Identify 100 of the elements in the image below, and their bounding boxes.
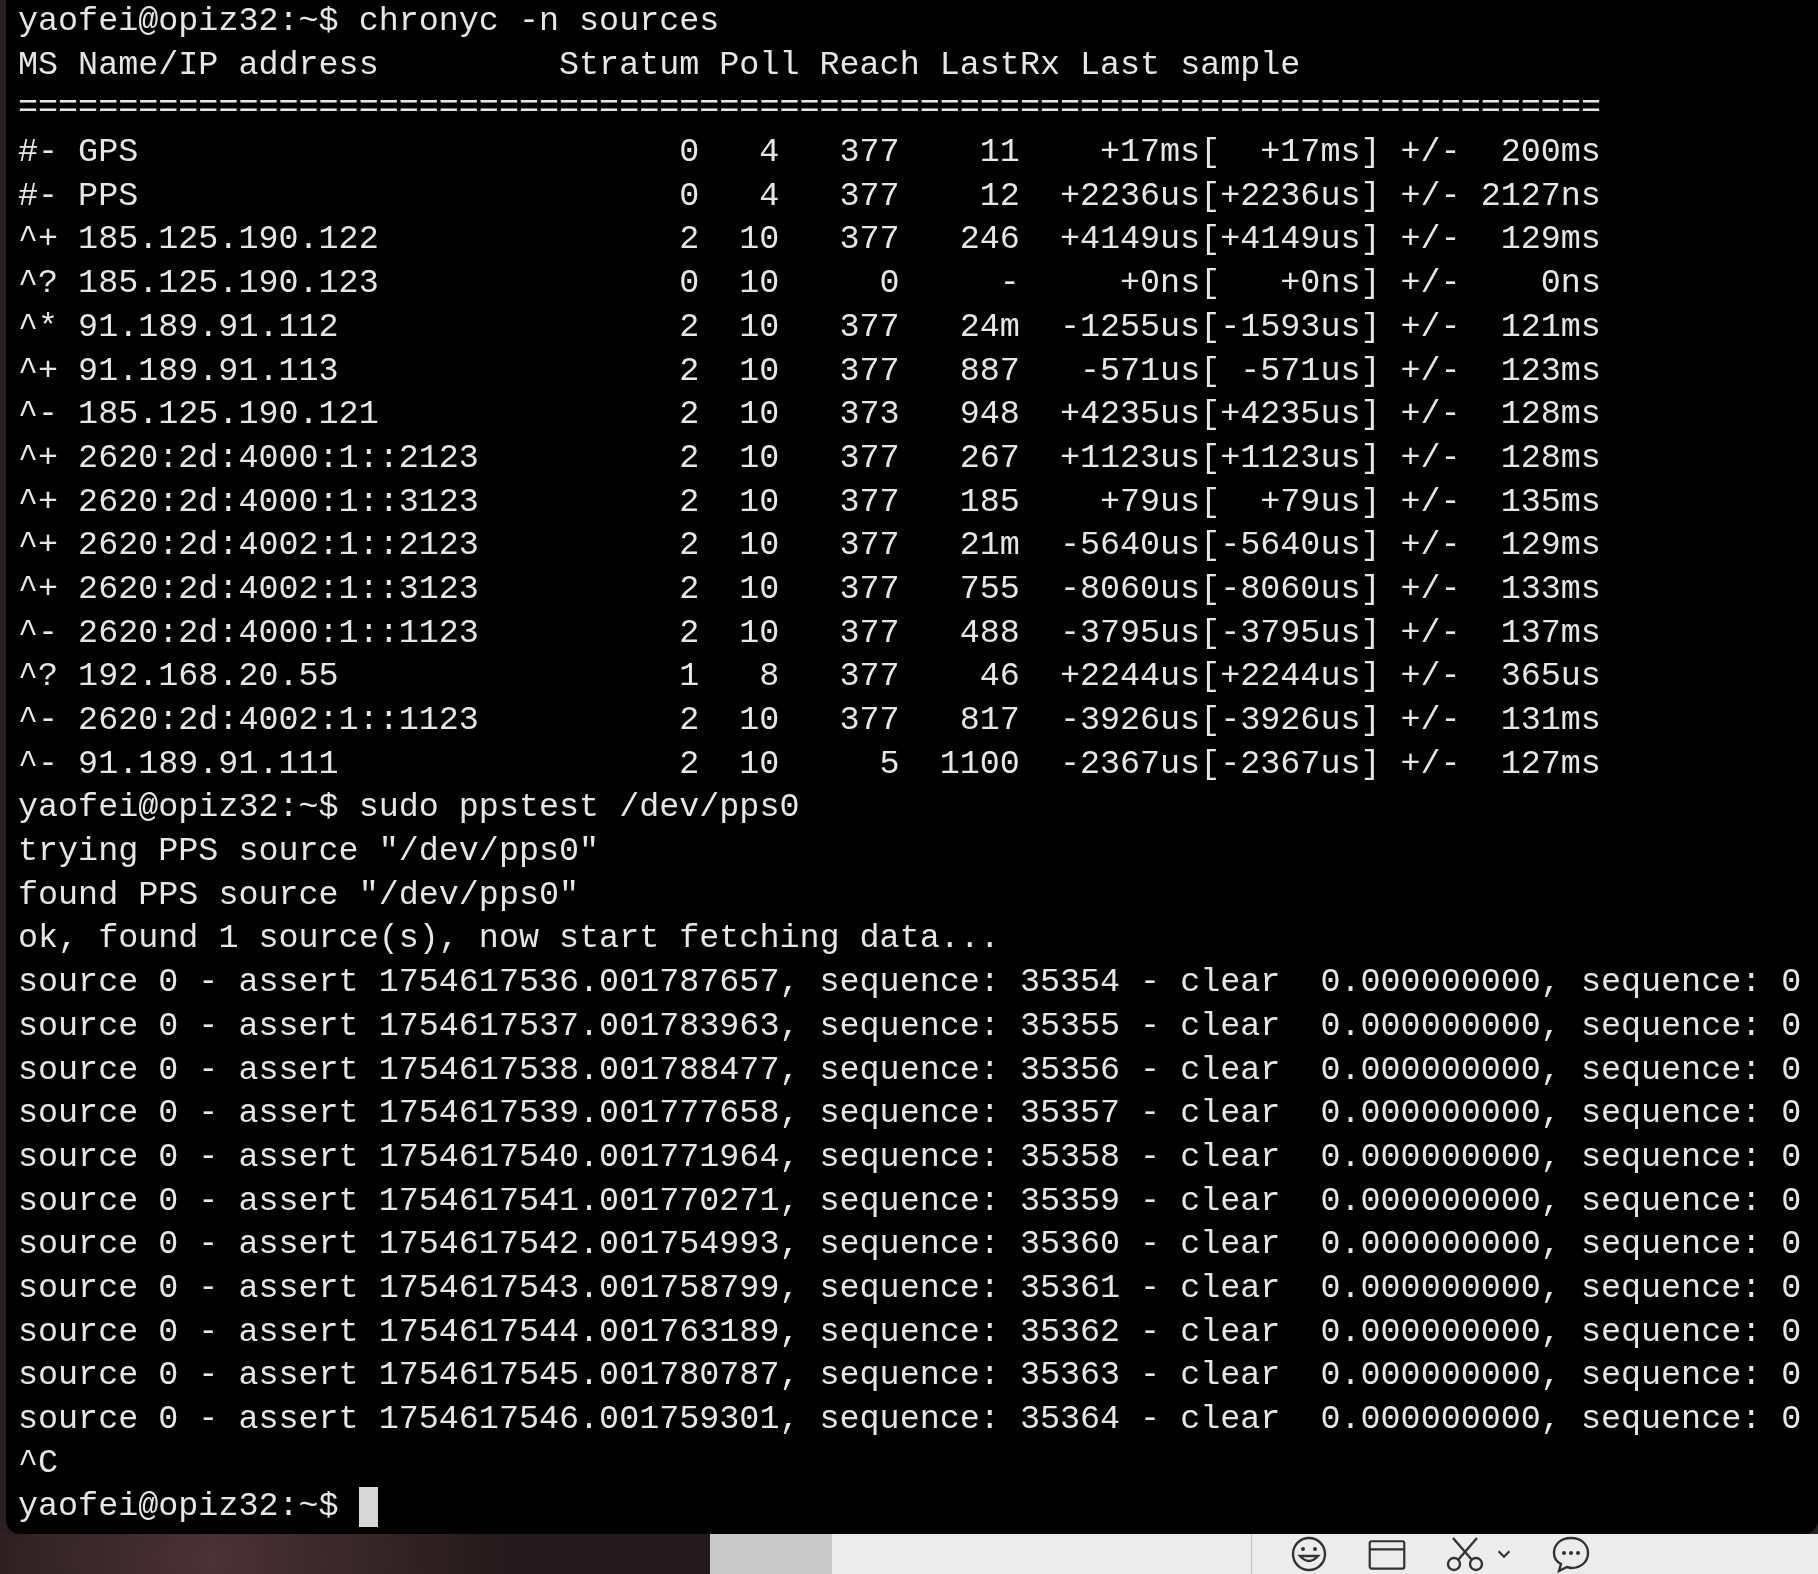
source-name-cell-text: 185.125.190.122 [78,219,380,261]
reach-cell-text: 377 [838,175,900,217]
terminal-line: yaofei@opiz32:~$ chronyc -n sources [18,1,721,42]
terminal-line: source 0 - assert 1754617543.001758799, sequence: 35361 - clear 0.000000000, sequence: 0 [18,1267,1803,1309]
terminal-line: =============================================================================== [18,88,1602,130]
mode-state-cell-text: ^+ [18,525,60,567]
poll-cell-text: 10 [738,394,780,436]
last-sample-cell-text: +4235us[+4235us] +/- 128ms [1058,394,1601,436]
last-rx-cell-text: 11 [978,132,1020,174]
source-name-cell-text: 2620:2d:4000:1::3123 [78,481,480,523]
last-sample-cell-text: +0ns[ +0ns] +/- 0ns [1119,263,1601,305]
poll-cell-text: 10 [738,743,780,785]
last-rx-cell-text: 887 [958,350,1020,392]
smiley-face-icon[interactable] [1289,1534,1329,1574]
reach-cell-text: 377 [838,437,900,479]
terminal-line: source 0 - assert 1754617539.001777658, sequence: 35357 - clear 0.000000000, sequence: 0 [18,1093,1803,1135]
last-rx-cell-text: 755 [958,568,1020,610]
mode-state-cell-text: #- [18,132,60,174]
poll-cell-text: 10 [738,568,780,610]
last-rx-cell-text: 185 [958,481,1020,523]
source-name-cell-text: 192.168.20.55 [78,656,340,698]
last-sample-cell-text: +4149us[+4149us] +/- 129ms [1058,219,1601,261]
terminal-line: MS Name/IP address Stratum Poll Reach LastRx Last sample [18,44,1302,86]
poll-cell-text: 10 [738,350,780,392]
source-name-cell-text: 91.189.91.112 [78,306,340,348]
last-sample-cell-text: +79us[ +79us] +/- 135ms [1098,481,1601,523]
reach-cell-text: 377 [838,350,900,392]
stratum-cell-text: 2 [678,394,700,436]
mode-state-cell-text: ^? [18,656,60,698]
terminal-line: source 0 - assert 1754617544.001763189, sequence: 35362 - clear 0.000000000, sequence: 0 [18,1311,1803,1353]
poll-cell-text: 10 [738,481,780,523]
last-rx-cell-text: 488 [958,612,1020,654]
mode-state-cell-text: ^+ [18,568,60,610]
source-name-cell-text: GPS [78,132,140,174]
mode-state-cell-text: ^+ [18,350,60,392]
last-sample-cell-text: +17ms[ +17ms] +/- 200ms [1098,132,1601,174]
text-cursor [358,1487,378,1528]
last-sample-cell-text: +2236us[+2236us] +/- 2127ns [1058,175,1601,217]
last-sample-cell-text: -8060us[-8060us] +/- 133ms [1058,568,1601,610]
mode-state-cell-text: ^? [18,263,60,305]
stratum-cell-text: 2 [678,306,700,348]
last-sample-cell-text: +2244us[+2244us] +/- 365us [1058,656,1601,698]
terminal-line: yaofei@opiz32:~$ sudo ppstest /dev/pps0 [18,787,801,829]
stratum-cell-text: 0 [678,132,700,174]
last-sample-cell-text: -2367us[-2367us] +/- 127ms [1058,743,1601,785]
mode-state-cell-text: ^+ [18,437,60,479]
stratum-cell-text: 2 [678,743,700,785]
stratum-cell-text: 2 [678,219,700,261]
stratum-cell-text: 2 [678,481,700,523]
terminal-line: source 0 - assert 1754617537.001783963, sequence: 35355 - clear 0.000000000, sequence: 0 [18,1005,1803,1047]
source-name-cell-text: 2620:2d:4002:1::3123 [78,568,480,610]
source-name-cell-text: 2620:2d:4000:1::1123 [78,612,480,654]
reach-cell-text: 5 [878,743,900,785]
poll-cell-text: 10 [738,263,780,305]
last-sample-cell-text: -1255us[-1593us] +/- 121ms [1058,306,1601,348]
last-rx-cell-text: 1100 [938,743,1020,785]
terminal-line: source 0 - assert 1754617542.001754993, sequence: 35360 - clear 0.000000000, sequence: 0 [18,1224,1803,1266]
reach-cell-text: 377 [838,132,900,174]
reach-cell-text: 373 [838,394,900,436]
last-rx-cell-text: 246 [958,219,1020,261]
reach-cell-text: 0 [878,263,900,305]
poll-cell-text: 10 [738,700,780,741]
last-rx-cell-text: 817 [958,700,1020,741]
mode-state-cell-text: ^+ [18,219,60,261]
reach-cell-text: 377 [838,219,900,261]
last-sample-cell-text: -5640us[-5640us] +/- 129ms [1058,525,1601,567]
stratum-cell-text: 2 [678,350,700,392]
terminal-line: found PPS source "/dev/pps0" [18,874,581,916]
last-sample-cell-text: +1123us[+1123us] +/- 128ms [1058,437,1601,479]
terminal-line: source 0 - assert 1754617538.001788477, sequence: 35356 - clear 0.000000000, sequence: 0 [18,1049,1803,1091]
last-rx-cell-text: 948 [958,394,1020,436]
stratum-cell-text: 2 [678,568,700,610]
source-name-cell-text: 91.189.91.113 [78,350,340,392]
shell-prompt: yaofei@opiz32:~$ [18,1486,339,1528]
poll-cell-text: 10 [738,306,780,348]
mode-state-cell-text: ^* [18,306,60,348]
terminal-line: source 0 - assert 1754617536.001787657, sequence: 35354 - clear 0.000000000, sequence: 0 [18,962,1803,1004]
last-rx-cell-text: 21m [958,525,1020,567]
poll-cell-text: 10 [738,219,780,261]
reach-cell-text: 377 [838,700,900,741]
last-rx-cell-text: 46 [978,656,1020,698]
mode-state-cell-text: #- [18,175,60,217]
source-name-cell-text: PPS [78,175,140,217]
last-rx-cell-text: - [998,263,1020,305]
stratum-cell-text: 2 [678,612,700,654]
poll-cell-text: 10 [738,525,780,567]
chat-bubble-icon[interactable] [1551,1534,1591,1574]
terminal-line: ^C [18,1442,60,1484]
terminal-line: source 0 - assert 1754617546.001759301, sequence: 35364 - clear 0.000000000, sequence: 0 [18,1399,1803,1440]
poll-cell-text: 10 [738,612,780,654]
reach-cell-text: 377 [838,612,900,654]
poll-cell-text: 10 [738,437,780,479]
source-name-cell-text: 2620:2d:4002:1::1123 [78,700,480,741]
last-rx-cell-text: 12 [978,175,1020,217]
mode-state-cell-text: ^- [18,612,60,654]
source-name-cell-text: 2620:2d:4000:1::2123 [78,437,480,479]
source-name-cell-text: 185.125.190.123 [78,263,380,305]
source-name-cell-text: 91.189.91.111 [78,743,340,785]
last-rx-cell-text: 267 [958,437,1020,479]
stratum-cell-text: 0 [678,263,700,305]
